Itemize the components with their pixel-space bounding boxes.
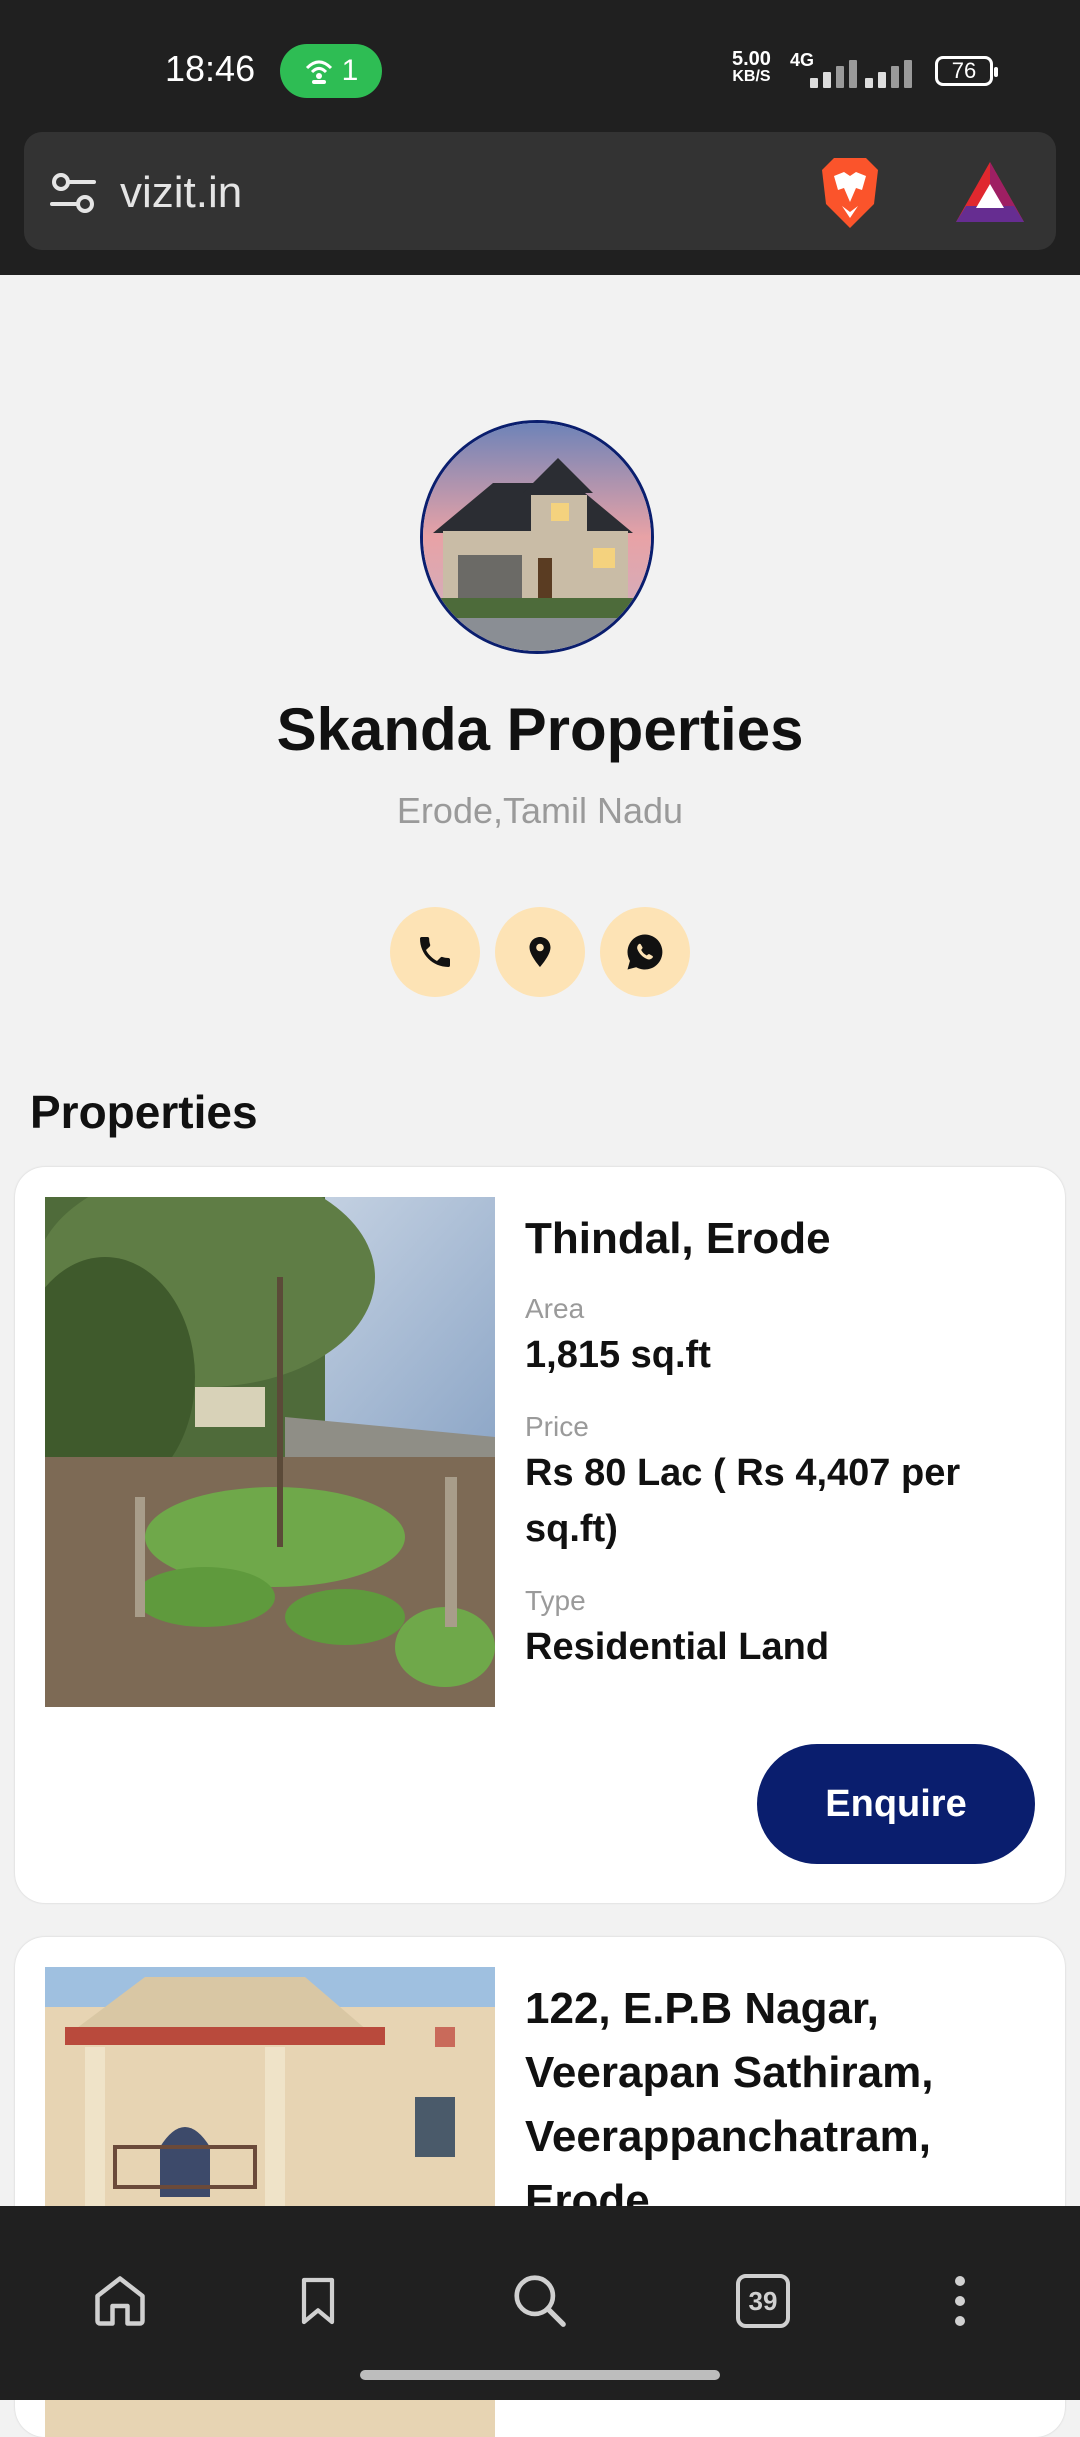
whatsapp-button[interactable] <box>600 907 690 997</box>
tabs-button[interactable]: 39 <box>728 2266 798 2336</box>
signal-icon <box>810 58 866 88</box>
type-value: Residential Land <box>525 1626 830 1668</box>
property-title[interactable]: Thindal, Erode <box>525 1207 1045 1271</box>
browser-toolbar: vizit.in <box>0 130 1080 275</box>
status-time: 18:46 <box>165 48 256 89</box>
search-button[interactable] <box>505 2266 575 2336</box>
area-label: Area <box>525 1293 585 1324</box>
url-text[interactable]: vizit.in <box>120 168 242 218</box>
phone-icon <box>420 937 450 967</box>
bookmark-icon <box>301 2277 335 2325</box>
gesture-bar[interactable] <box>360 2370 720 2380</box>
tabs-count-icon: 39 <box>736 2274 790 2328</box>
price-value: Rs 80 Lac ( Rs 4,407 per sq.ft) <box>525 1452 961 1550</box>
status-bar: 18:46 1 5.00 KB/S 4G 76 <box>0 0 1080 130</box>
net-speed-unit: KB/S <box>732 68 771 85</box>
location-button[interactable] <box>495 907 585 997</box>
home-button[interactable] <box>85 2266 155 2336</box>
net-speed: 5.00 KB/S <box>732 48 771 86</box>
property-title[interactable]: 122, E.P.B Nagar, Veerapan Sathiram, Vee… <box>525 1977 1045 2233</box>
business-avatar <box>420 420 654 654</box>
search-icon <box>514 2275 566 2327</box>
business-name: Skanda Properties <box>276 696 804 763</box>
page-content: Skanda Properties Erode,Tamil Nadu Prope… <box>0 275 1080 2437</box>
property-info: Thindal, Erode Area 1,815 sq.ft Price Rs… <box>525 1207 1045 1675</box>
browser-bottom-nav: 39 <box>0 2206 1080 2400</box>
battery-level: 76 <box>951 58 977 83</box>
brave-rewards-icon[interactable] <box>954 160 1026 224</box>
hotspot-badge: 1 <box>280 44 382 98</box>
type-label: Type <box>525 1585 586 1616</box>
more-vertical-icon <box>955 2276 965 2326</box>
call-button[interactable] <box>390 907 480 997</box>
map-pin-icon <box>529 937 551 967</box>
home-icon <box>95 2276 145 2326</box>
battery-icon: 76 <box>935 56 998 86</box>
property-photo[interactable] <box>45 1197 495 1707</box>
signal-icon-2 <box>865 58 921 88</box>
property-card[interactable]: Thindal, Erode Area 1,815 sq.ft Price Rs… <box>15 1167 1065 1903</box>
section-title-properties: Properties <box>30 1086 258 1138</box>
brave-shields-icon[interactable] <box>812 154 888 232</box>
hotspot-count: 1 <box>341 54 359 87</box>
business-location: Erode,Tamil Nadu <box>396 790 684 831</box>
bookmarks-button[interactable] <box>283 2266 353 2336</box>
area-value: 1,815 sq.ft <box>525 1334 711 1376</box>
property-info: 122, E.P.B Nagar, Veerapan Sathiram, Vee… <box>525 1977 1045 2233</box>
hotspot-icon <box>305 60 332 84</box>
net-speed-value: 5.00 <box>732 48 771 70</box>
address-bar[interactable]: vizit.in <box>24 132 1056 250</box>
whatsapp-icon <box>627 934 663 970</box>
menu-button[interactable] <box>925 2266 995 2336</box>
price-label: Price <box>525 1411 589 1442</box>
site-settings-icon[interactable] <box>50 170 96 216</box>
enquire-button[interactable]: Enquire <box>757 1744 1035 1864</box>
